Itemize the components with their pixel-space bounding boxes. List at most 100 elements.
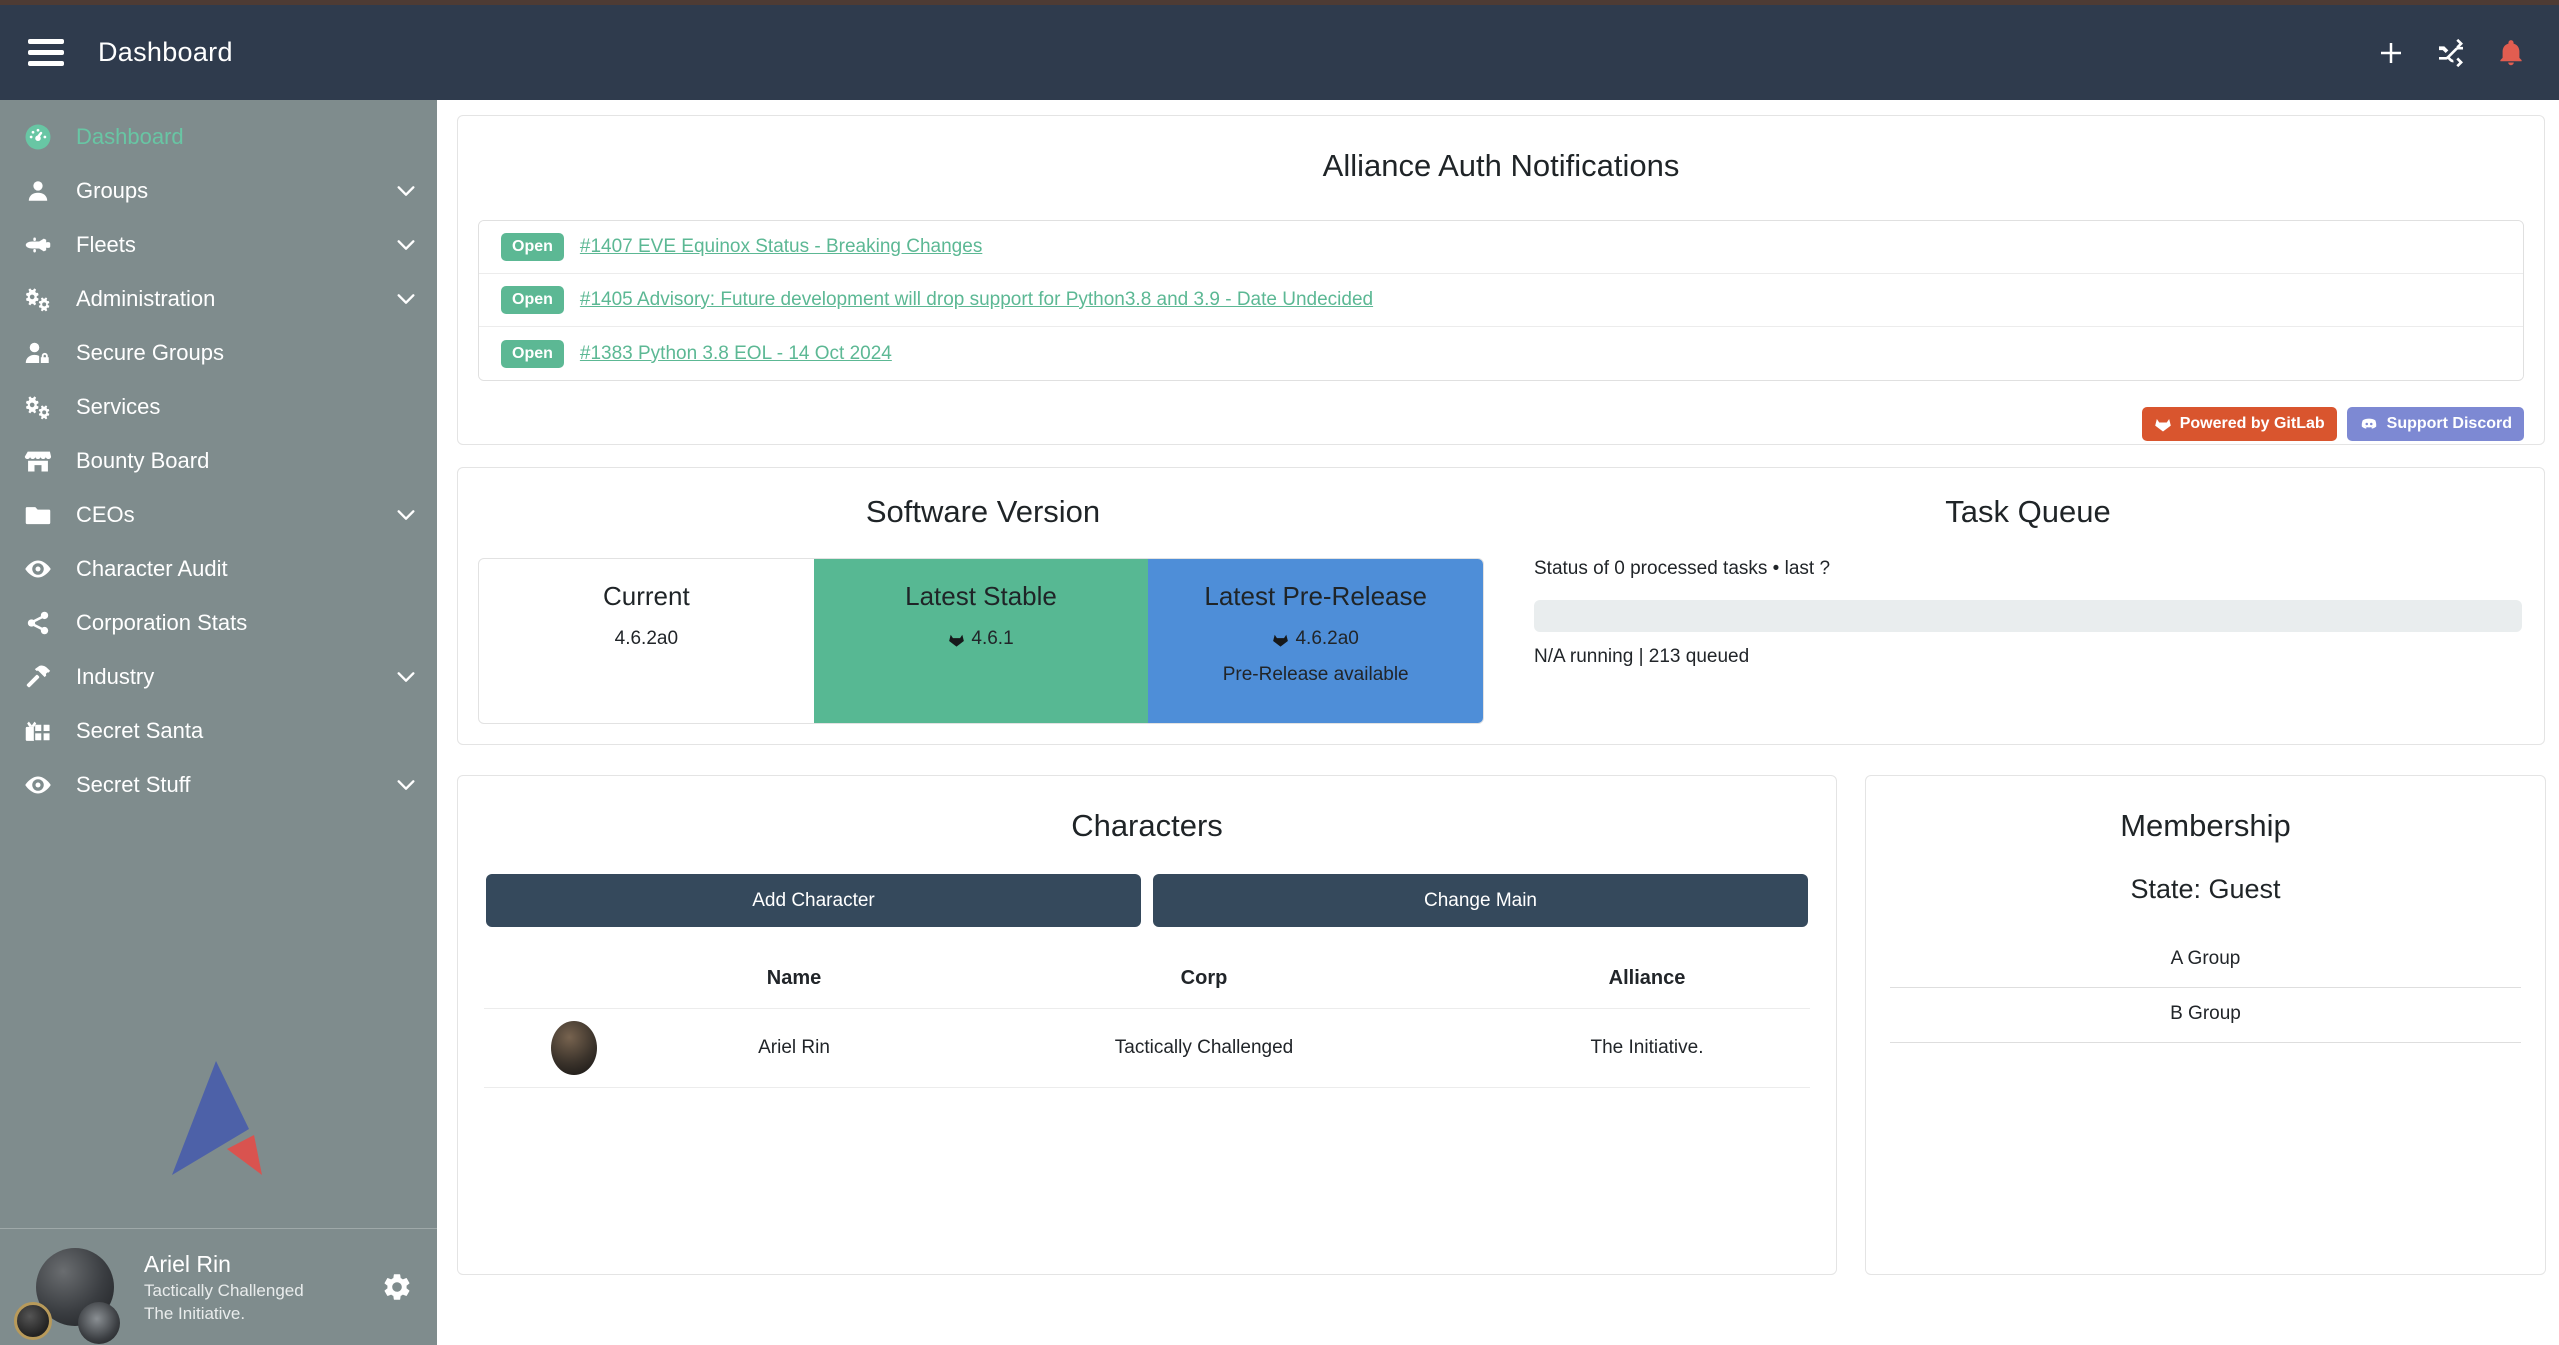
folder-icon	[0, 501, 76, 529]
characters-table: Name Corp Alliance Ariel Rin Tactically …	[484, 953, 1810, 1088]
sidebar-item-ceos[interactable]: CEOs	[0, 488, 437, 542]
notification-link[interactable]: #1407 EVE Equinox Status - Breaking Chan…	[580, 236, 982, 258]
settings-gear-icon[interactable]	[381, 1271, 413, 1303]
gears-icon	[0, 393, 76, 421]
chevron-down-icon	[395, 504, 417, 526]
notification-row: Open #1407 EVE Equinox Status - Breaking…	[479, 221, 2523, 274]
col-alliance: Alliance	[1484, 953, 1810, 1009]
shuffle-icon[interactable]	[2435, 37, 2467, 69]
software-version-panel: Software Version Current 4.6.2a0 Latest …	[457, 467, 2545, 745]
sidebar-item-label: Groups	[76, 178, 148, 204]
status-badge: Open	[501, 340, 564, 368]
navbar: Dashboard	[0, 5, 2559, 100]
chevron-down-icon	[395, 180, 417, 202]
sidebar-item-label: Secure Groups	[76, 340, 224, 366]
col-corp: Corp	[924, 953, 1484, 1009]
add-character-button[interactable]: Add Character	[486, 874, 1141, 927]
task-queue-section: Task Queue Status of 0 processed tasks •…	[1488, 486, 2524, 726]
sidebar-item-groups[interactable]: Groups	[0, 164, 437, 218]
chevron-down-icon	[395, 288, 417, 310]
store-icon	[0, 447, 76, 475]
sidebar-item-label: Corporation Stats	[76, 610, 247, 636]
table-row: Ariel Rin Tactically Challenged The Init…	[484, 1009, 1810, 1088]
change-main-button[interactable]: Change Main	[1153, 874, 1808, 927]
hammer-icon	[0, 663, 76, 691]
gears-icon	[0, 285, 76, 313]
page-title: Dashboard	[98, 37, 233, 68]
chevron-down-icon	[395, 234, 417, 256]
user-alliance: The Initiative.	[144, 1303, 304, 1326]
sidebar-item-character-audit[interactable]: Character Audit	[0, 542, 437, 596]
version-columns: Current 4.6.2a0 Latest Stable 4.6.1 Late…	[478, 558, 1484, 724]
membership-panel: Membership State: Guest A Group B Group	[1865, 775, 2546, 1275]
version-latest-stable: Latest Stable 4.6.1	[814, 559, 1149, 723]
sidebar-item-label: Fleets	[76, 232, 136, 258]
cell-corp: Tactically Challenged	[924, 1009, 1484, 1088]
sidebar-item-label: Industry	[76, 664, 154, 690]
jet-icon	[0, 231, 76, 259]
notification-row: Open #1405 Advisory: Future development …	[479, 274, 2523, 327]
cell-alliance: The Initiative.	[1484, 1009, 1810, 1088]
notification-link[interactable]: #1405 Advisory: Future development will …	[580, 289, 1373, 311]
sidebar-item-label: Administration	[76, 286, 215, 312]
col-portrait	[484, 953, 664, 1009]
alliance-logo-badge	[78, 1302, 120, 1344]
sidebar-item-administration[interactable]: Administration	[0, 272, 437, 326]
powered-by-gitlab-badge[interactable]: Powered by GitLab	[2142, 407, 2337, 441]
corp-logo-badge	[14, 1302, 52, 1340]
discord-icon	[2359, 414, 2379, 434]
col-name: Name	[664, 953, 924, 1009]
sidebar-item-bounty-board[interactable]: Bounty Board	[0, 434, 437, 488]
sidebar-item-industry[interactable]: Industry	[0, 650, 437, 704]
characters-title: Characters	[484, 808, 1810, 844]
software-version-section: Software Version Current 4.6.2a0 Latest …	[478, 486, 1488, 726]
bell-icon[interactable]	[2495, 37, 2527, 69]
status-badge: Open	[501, 233, 564, 261]
sidebar-item-label: Services	[76, 394, 160, 420]
navbar-icons	[2375, 37, 2527, 69]
list-item: A Group	[1890, 933, 2521, 988]
sidebar-item-secret-stuff[interactable]: Secret Stuff	[0, 758, 437, 812]
share-icon	[0, 610, 76, 636]
plus-icon[interactable]	[2375, 37, 2407, 69]
alliance-auth-logo	[0, 1055, 437, 1180]
gitlab-icon	[2154, 415, 2172, 433]
sidebar-item-label: Dashboard	[76, 124, 184, 150]
task-queue-status: Status of 0 processed tasks • last ?	[1534, 558, 2522, 580]
gitlab-icon	[1272, 631, 1289, 648]
user-avatar	[36, 1248, 114, 1326]
sidebar-item-dashboard[interactable]: Dashboard	[0, 110, 437, 164]
user-panel: Ariel Rin Tactically Challenged The Init…	[0, 1228, 437, 1345]
sidebar-item-corporation-stats[interactable]: Corporation Stats	[0, 596, 437, 650]
sidebar-item-fleets[interactable]: Fleets	[0, 218, 437, 272]
status-badge: Open	[501, 286, 564, 314]
sidebar-item-label: Secret Santa	[76, 718, 203, 744]
sidebar-item-label: Character Audit	[76, 556, 228, 582]
footer-badges: Powered by GitLab Support Discord	[478, 407, 2524, 441]
user-icon	[0, 178, 76, 204]
cell-name: Ariel Rin	[664, 1009, 924, 1088]
task-queue-progressbar	[1534, 600, 2522, 632]
characters-panel: Characters Add Character Change Main Nam…	[457, 775, 1837, 1275]
sidebar-item-services[interactable]: Services	[0, 380, 437, 434]
sidebar-item-secret-santa[interactable]: Secret Santa	[0, 704, 437, 758]
menu-icon[interactable]	[28, 33, 68, 72]
user-name: Ariel Rin	[144, 1249, 304, 1280]
eye-icon	[0, 554, 76, 584]
version-current: Current 4.6.2a0	[479, 559, 814, 723]
task-queue-title: Task Queue	[1534, 494, 2522, 530]
user-lock-icon	[0, 339, 76, 367]
sidebar-item-secure-groups[interactable]: Secure Groups	[0, 326, 437, 380]
character-portrait	[551, 1021, 597, 1075]
membership-state: State: Guest	[1890, 874, 2521, 905]
gifts-icon	[0, 717, 76, 745]
notifications-title: Alliance Auth Notifications	[478, 148, 2524, 184]
version-latest-prerelease: Latest Pre-Release 4.6.2a0 Pre-Release a…	[1148, 559, 1483, 723]
sidebar-item-label: CEOs	[76, 502, 135, 528]
notification-link[interactable]: #1383 Python 3.8 EOL - 14 Oct 2024	[580, 343, 892, 365]
user-corp: Tactically Challenged	[144, 1280, 304, 1303]
notifications-list: Open #1407 EVE Equinox Status - Breaking…	[478, 220, 2524, 381]
support-discord-badge[interactable]: Support Discord	[2347, 407, 2524, 441]
chevron-down-icon	[395, 666, 417, 688]
software-version-title: Software Version	[478, 494, 1488, 530]
